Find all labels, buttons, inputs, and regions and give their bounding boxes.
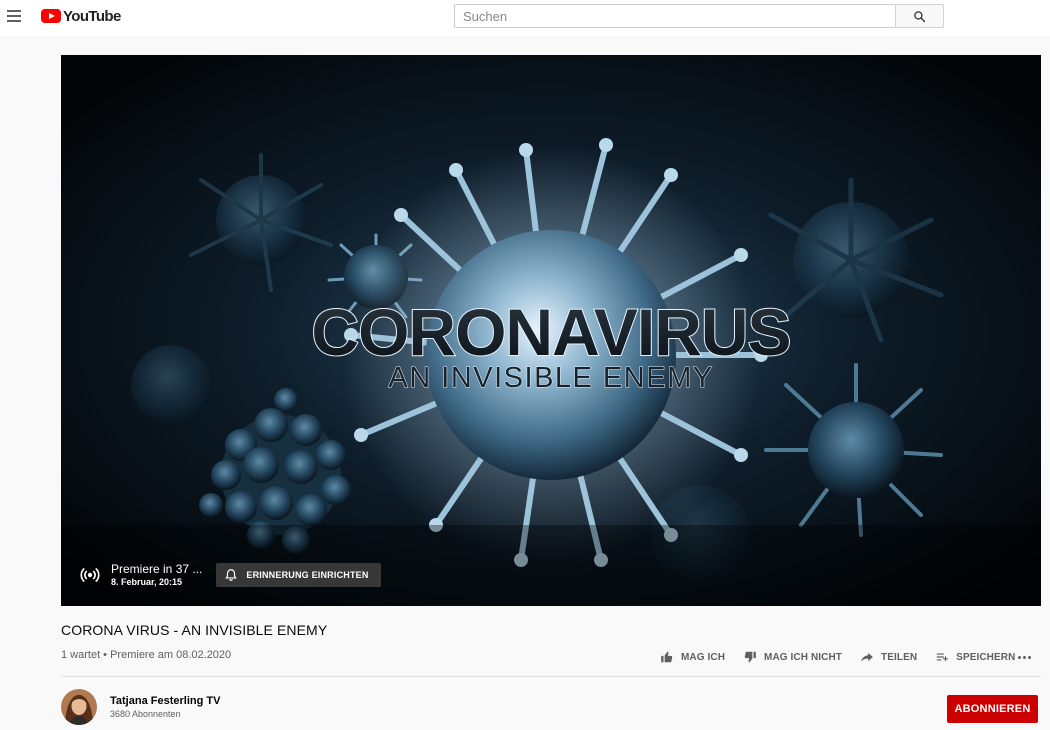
save-button[interactable]: SPEICHERN xyxy=(935,650,1015,664)
channel-owner: Tatjana Festerling TV 3680 Abonnenten xyxy=(61,688,220,726)
live-broadcast-icon xyxy=(80,568,100,582)
thumbnail-text-corona: CORONA xyxy=(311,295,598,369)
channel-name[interactable]: Tatjana Festerling TV xyxy=(110,694,220,708)
channel-avatar[interactable] xyxy=(61,689,97,725)
premiere-overlay: Premiere in 37 ... 8. Februar, 20:15 ERI… xyxy=(79,561,381,589)
more-actions-icon[interactable] xyxy=(1017,651,1033,663)
dislike-label: MAG ICH NICHT xyxy=(764,651,842,663)
video-thumbnail: CORONAVIRUS AN INVISIBLE ENEMY xyxy=(61,55,1041,606)
subscribe-button[interactable]: ABONNIEREN xyxy=(947,695,1038,723)
share-label: TEILEN xyxy=(881,651,918,663)
search-input[interactable] xyxy=(455,5,895,27)
bell-icon xyxy=(225,569,238,581)
share-button[interactable]: TEILEN xyxy=(860,650,917,664)
thumbs-up-icon xyxy=(661,651,673,663)
svg-text:CORONAVIRUS: CORONAVIRUS xyxy=(311,295,790,369)
video-player[interactable]: CORONAVIRUS AN INVISIBLE ENEMY Premiere … xyxy=(61,55,1041,606)
search-box xyxy=(454,4,895,28)
thumbs-down-icon xyxy=(744,651,756,663)
search-icon xyxy=(914,10,926,22)
share-arrow-icon xyxy=(861,652,873,662)
video-meta: 1 wartet • Premiere am 08.02.2020 xyxy=(61,649,232,661)
premiere-text: Premiere in 37 ... 8. Februar, 20:15 xyxy=(111,562,202,588)
like-label: MAG ICH xyxy=(681,651,726,663)
masthead: YouTube xyxy=(0,0,1050,36)
set-reminder-label: ERINNERUNG EINRICHTEN xyxy=(246,570,369,580)
thumbnail-text-virus: VIRUS xyxy=(594,295,791,369)
set-reminder-button[interactable]: ERINNERUNG EINRICHTEN xyxy=(216,563,381,587)
youtube-play-logo-icon xyxy=(41,9,61,23)
guide-menu-icon[interactable] xyxy=(7,9,21,22)
premiere-countdown: Premiere in 37 ... xyxy=(111,562,203,576)
video-actions: MAG ICH MAG ICH NICHT TEILEN SPEICHERN xyxy=(660,648,1033,666)
like-button[interactable]: MAG ICH xyxy=(660,650,725,664)
channel-text: Tatjana Festerling TV 3680 Abonnenten xyxy=(110,694,220,721)
dislike-button[interactable]: MAG ICH NICHT xyxy=(743,650,842,664)
divider xyxy=(61,676,1041,677)
avatar-image xyxy=(61,689,97,725)
thumbnail-text-subtitle: AN INVISIBLE ENEMY xyxy=(388,362,713,394)
premiere-date: 8. Februar, 20:15 xyxy=(111,577,183,587)
playlist-add-icon xyxy=(936,653,949,662)
video-title: CORONA VIRUS - AN INVISIBLE ENEMY xyxy=(61,622,328,638)
youtube-logo[interactable]: YouTube xyxy=(41,7,121,25)
logo-text: YouTube xyxy=(63,7,121,25)
search-button[interactable] xyxy=(895,4,944,28)
subscriber-count: 3680 Abonnenten xyxy=(110,708,181,719)
save-label: SPEICHERN xyxy=(956,651,1016,663)
